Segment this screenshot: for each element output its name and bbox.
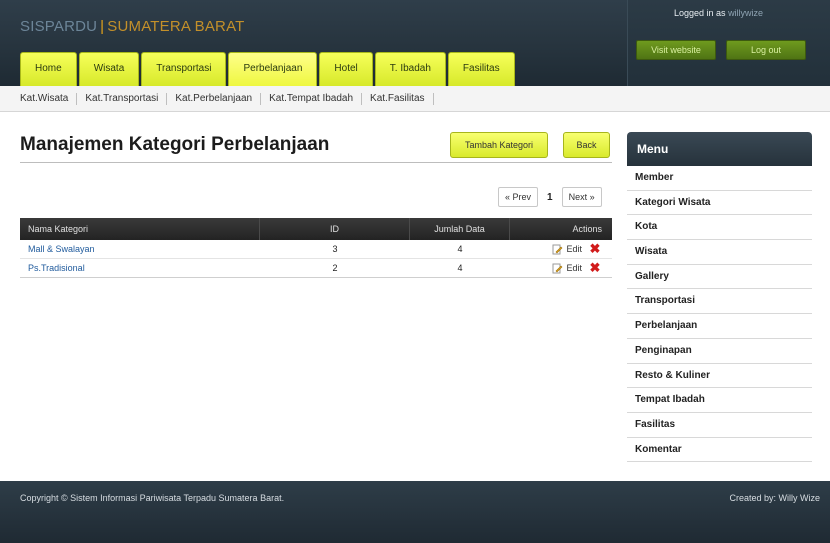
user-panel: Logged in as willywize Visit website Log… <box>627 0 830 86</box>
tab-perbelanjaan[interactable]: Perbelanjaan <box>228 52 318 86</box>
table-header: Nama Kategori ID Jumlah Data Actions <box>20 218 612 240</box>
edit-button[interactable]: Edit <box>552 263 582 274</box>
header: SISPARDU | SUMATERA BARAT Home Wisata Tran… <box>0 0 830 86</box>
edit-label: Edit <box>566 244 582 254</box>
column-header-id[interactable]: ID <box>260 218 410 240</box>
brand-separator: | <box>100 18 105 35</box>
tab-wisata[interactable]: Wisata <box>78 52 140 86</box>
visit-website-button[interactable]: Visit website <box>636 40 716 60</box>
tab-hotel[interactable]: Hotel <box>319 52 373 86</box>
sidebar-item-wisata[interactable]: Wisata <box>627 240 812 265</box>
current-page: 1 <box>547 191 553 203</box>
sidebar-item-gallery[interactable]: Gallery <box>627 264 812 290</box>
add-category-button[interactable]: Tambah Kategori <box>450 132 548 158</box>
sidebar-item-komentar[interactable]: Komentar <box>627 437 812 463</box>
category-name-link[interactable]: Mall & Swalayan <box>20 244 260 254</box>
logged-in-label: Logged in as <box>674 8 726 18</box>
sidebar-item-resto-kuliner[interactable]: Resto & Kuliner <box>627 363 812 389</box>
prev-page-button[interactable]: « Prev <box>498 187 539 207</box>
pagination: « Prev 1 Next » <box>498 187 602 207</box>
logged-in-status: Logged in as willywize <box>674 8 763 18</box>
sidebar-item-member[interactable]: Member <box>627 166 812 191</box>
tab-home[interactable]: Home <box>20 52 77 86</box>
subnav-kat-perbelanjaan[interactable]: Kat.Perbelanjaan <box>167 92 262 105</box>
category-count: 4 <box>457 244 463 254</box>
sidebar-menu: Menu Member Kategori Wisata Kota Wisata … <box>627 132 812 463</box>
category-name-link[interactable]: Ps.Tradisional <box>20 263 260 273</box>
back-button[interactable]: Back <box>563 132 610 158</box>
next-page-button[interactable]: Next » <box>561 187 602 207</box>
sidebar-item-transportasi[interactable]: Transportasi <box>627 289 812 315</box>
tab-fasilitas[interactable]: Fasilitas <box>447 52 515 86</box>
edit-label: Edit <box>566 263 582 273</box>
category-table: Nama Kategori ID Jumlah Data Actions Mal… <box>20 218 612 278</box>
delete-icon[interactable]: ✖ <box>588 242 602 255</box>
sidebar-item-perbelanjaan[interactable]: Perbelanjaan <box>627 314 812 339</box>
subnav-kat-fasilitas[interactable]: Kat.Fasilitas <box>362 92 434 105</box>
sidebar-title: Menu <box>627 132 812 166</box>
sidebar-item-penginapan[interactable]: Penginapan <box>627 338 812 364</box>
subnav-kat-transportasi[interactable]: Kat.Transportasi <box>77 92 168 105</box>
sidebar-item-kategori-wisata[interactable]: Kategori Wisata <box>627 190 812 216</box>
column-header-nama-kategori[interactable]: Nama Kategori <box>20 218 260 240</box>
delete-icon[interactable]: ✖ <box>588 261 602 274</box>
category-subnav: Kat.Wisata Kat.Transportasi Kat.Perbelan… <box>0 86 830 112</box>
table-row: Mall & Swalayan 3 4 Edit ✖ <box>20 240 612 259</box>
category-count: 4 <box>457 263 463 273</box>
category-id: 2 <box>332 263 338 273</box>
copyright-text: Copyright © Sistem Informasi Pariwisata … <box>20 493 285 503</box>
main-nav-tabs: Home Wisata Transportasi Perbelanjaan Ho… <box>20 52 515 86</box>
brand-region: SUMATERA BARAT <box>107 18 245 35</box>
table-row: Ps.Tradisional 2 4 Edit ✖ <box>20 259 612 278</box>
credit-text: Created by: Willy Wize <box>729 493 820 503</box>
edit-icon <box>552 244 563 255</box>
sidebar-item-kota[interactable]: Kota <box>627 215 812 241</box>
tab-transportasi[interactable]: Transportasi <box>141 52 227 86</box>
subnav-kat-tempat-ibadah[interactable]: Kat.Tempat Ibadah <box>261 92 363 105</box>
logout-button[interactable]: Log out <box>726 40 806 60</box>
tab-t-ibadah[interactable]: T. Ibadah <box>374 52 446 86</box>
row-actions: Edit ✖ <box>510 261 612 274</box>
username: willywize <box>728 8 764 18</box>
column-header-jumlah-data[interactable]: Jumlah Data <box>410 218 510 240</box>
title-divider <box>20 162 612 163</box>
edit-icon <box>552 263 563 274</box>
sidebar-item-tempat-ibadah[interactable]: Tempat Ibadah <box>627 388 812 413</box>
subnav-kat-wisata[interactable]: Kat.Wisata <box>20 92 78 105</box>
column-header-actions: Actions <box>572 224 602 234</box>
brand-name: SISPARDU <box>20 18 98 35</box>
page-title: Manajemen Kategori Perbelanjaan <box>20 134 330 155</box>
row-actions: Edit ✖ <box>510 242 612 255</box>
sidebar-item-fasilitas[interactable]: Fasilitas <box>627 412 812 438</box>
site-brand[interactable]: SISPARDU | SUMATERA BARAT <box>20 18 245 35</box>
category-id: 3 <box>332 244 338 254</box>
edit-button[interactable]: Edit <box>552 244 582 255</box>
footer: Copyright © Sistem Informasi Pariwisata … <box>0 481 830 543</box>
